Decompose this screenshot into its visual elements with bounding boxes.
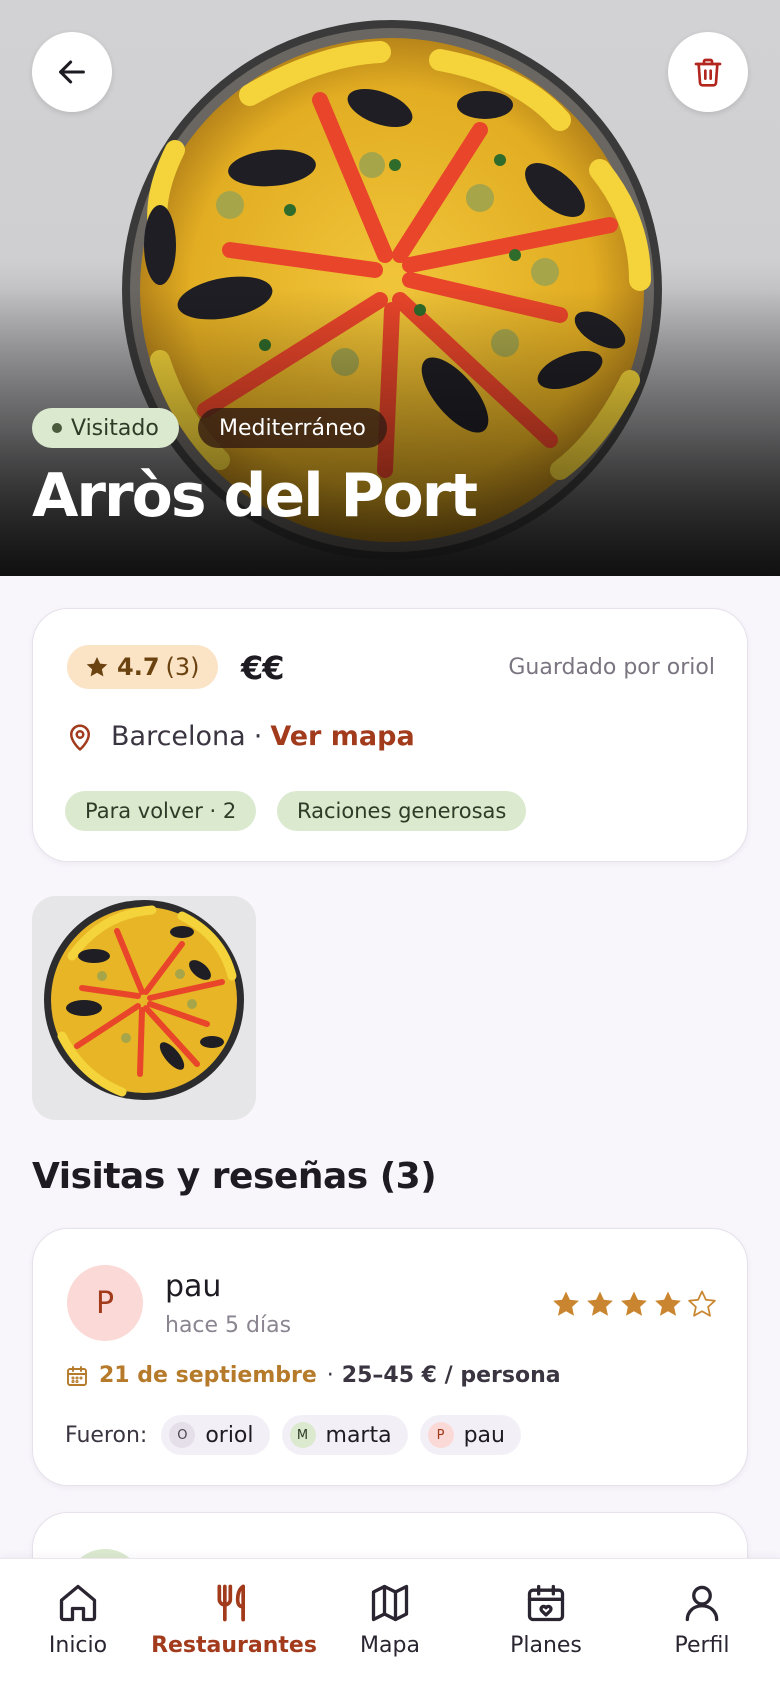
view-map-link[interactable]: Ver mapa — [270, 721, 414, 752]
trash-icon — [694, 58, 722, 87]
nav-item-inicio[interactable]: Inicio — [0, 1581, 156, 1658]
visit-date: 21 de septiembre — [99, 1363, 317, 1388]
rating-value: 4.7 — [117, 653, 160, 681]
reviewer-name: pau — [165, 1269, 222, 1304]
star-filled-icon — [587, 1291, 613, 1316]
visit-separator: · — [326, 1363, 334, 1388]
cuisine-badge: Mediterráneo — [198, 408, 387, 448]
companion-chip-pau[interactable]: P pau — [419, 1415, 521, 1455]
companions-row: Fueron: O oriol M marta P pau — [65, 1415, 533, 1455]
companion-name: oriol — [205, 1422, 254, 1448]
utensils-icon — [217, 1584, 245, 1622]
user-icon — [685, 1585, 719, 1622]
paella-thumbnail-image — [32, 896, 256, 1120]
star-icon — [86, 657, 108, 677]
status-label: Visitado — [71, 415, 159, 441]
hero-header: Visitado Mediterráneo Arròs del Port — [0, 0, 780, 576]
nav-label: Mapa — [360, 1633, 420, 1658]
star-empty-icon — [688, 1290, 716, 1317]
visit-info-row: 21 de septiembre · 25–45 € / persona — [65, 1363, 561, 1388]
city-label: Barcelona — [111, 721, 246, 752]
nav-item-restaurantes[interactable]: Restaurantes — [151, 1581, 317, 1658]
back-button[interactable] — [32, 32, 112, 112]
companion-chip-marta[interactable]: M marta — [281, 1415, 408, 1455]
companion-name: pau — [463, 1422, 505, 1448]
rating-pill: 4.7 (3) — [67, 645, 218, 689]
nav-item-mapa[interactable]: Mapa — [312, 1581, 468, 1658]
map-icon — [371, 1584, 409, 1622]
star-filled-icon — [621, 1291, 647, 1316]
nav-item-planes[interactable]: Planes — [468, 1581, 624, 1658]
reviewer-avatar: P — [67, 1265, 143, 1341]
companion-avatar: M — [289, 1422, 316, 1448]
reviews-section-title: Visitas y reseñas (3) — [32, 1156, 437, 1197]
cuisine-label: Mediterráneo — [219, 415, 366, 441]
nav-label: Perfil — [674, 1633, 730, 1658]
companion-chip-oriol[interactable]: O oriol — [161, 1415, 270, 1455]
nav-label: Planes — [510, 1633, 582, 1658]
arrow-left-icon — [59, 60, 85, 84]
review-time: hace 5 días — [165, 1313, 292, 1338]
location-separator: · — [253, 721, 263, 752]
nav-label: Restaurantes — [151, 1633, 317, 1658]
rating-count: (3) — [165, 653, 200, 681]
photo-thumbnail[interactable] — [32, 896, 256, 1120]
star-filled-icon — [655, 1291, 681, 1316]
location-row: Barcelona · Ver mapa — [65, 721, 415, 752]
price-level: €€ — [241, 649, 285, 687]
review-stars — [551, 1289, 717, 1319]
nav-item-perfil[interactable]: Perfil — [624, 1581, 780, 1658]
companion-name: marta — [325, 1422, 392, 1448]
review-card[interactable]: P pau hace 5 días 21 de septiembre · 25–… — [32, 1228, 748, 1486]
calendar-heart-icon — [527, 1584, 565, 1622]
companion-avatar: P — [427, 1422, 454, 1448]
tag-para-volver: Para volver · 2 — [65, 791, 257, 831]
restaurant-info-card: 4.7 (3) €€ Guardado por oriol Barcelona … — [32, 608, 748, 862]
saved-by: Guardado por oriol — [508, 655, 715, 680]
status-dot — [52, 423, 62, 433]
companion-avatar: O — [169, 1422, 196, 1448]
status-badge: Visitado — [32, 408, 179, 448]
bottom-navigation: Inicio Restaurantes Mapa Planes Perfil — [0, 1558, 780, 1688]
home-icon — [59, 1584, 97, 1622]
tag-raciones-generosas: Raciones generosas — [277, 791, 527, 831]
star-filled-icon — [553, 1291, 579, 1316]
nav-label: Inicio — [48, 1633, 108, 1658]
restaurant-title: Arròs del Port — [32, 461, 478, 531]
delete-button[interactable] — [668, 32, 748, 112]
price-per-person: 25–45 € / persona — [341, 1363, 561, 1388]
map-pin-icon — [65, 722, 95, 752]
companions-label: Fueron: — [65, 1422, 148, 1448]
calendar-icon — [65, 1364, 89, 1388]
